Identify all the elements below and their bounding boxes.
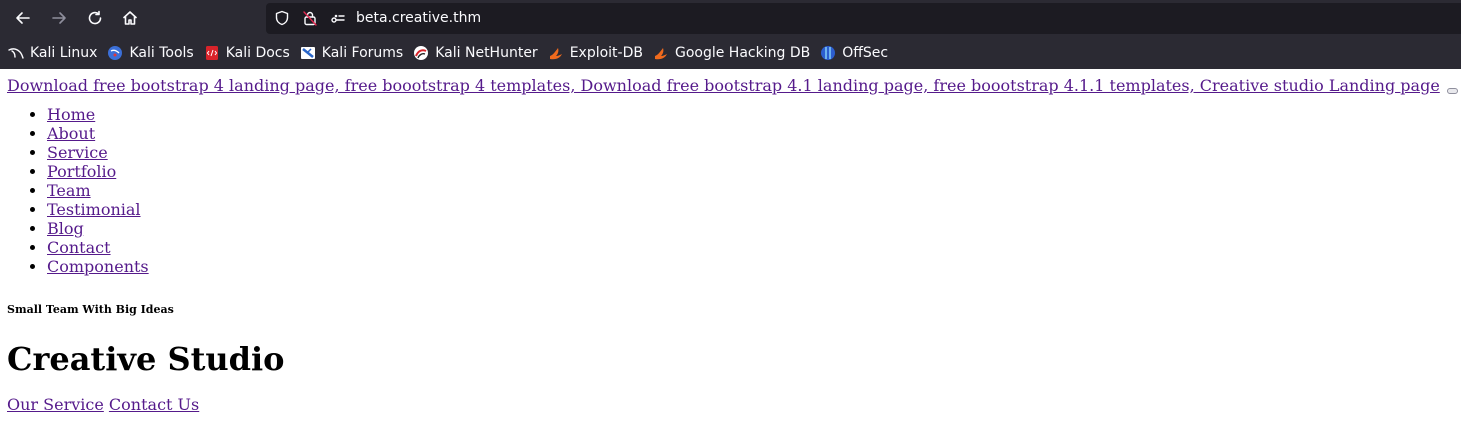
navbar-toggler-button[interactable]	[1446, 88, 1458, 94]
nav-item-testimonial: Testimonial	[47, 200, 1461, 219]
nav-item-about: About	[47, 124, 1461, 143]
bookmark-google-hacking-db[interactable]: Google Hacking DB	[653, 45, 810, 61]
kali-docs-icon	[204, 45, 220, 61]
navbar-brand-row: Download free bootstrap 4 landing page, …	[7, 75, 1461, 97]
offsec-icon	[820, 45, 836, 61]
nav-item-contact: Contact	[47, 238, 1461, 257]
bookmark-kali-linux[interactable]: Kali Linux	[8, 45, 97, 61]
bookmark-label: OffSec	[842, 45, 889, 61]
nav-link-components[interactable]: Components	[47, 257, 149, 276]
reload-button[interactable]	[82, 5, 108, 31]
nav-link-home[interactable]: Home	[47, 105, 95, 124]
hero-cta-row: Our Service Contact Us	[7, 395, 1461, 414]
nav-link-testimonial[interactable]: Testimonial	[47, 200, 141, 219]
back-button[interactable]	[10, 5, 36, 31]
nav-item-team: Team	[47, 181, 1461, 200]
nav-item-portfolio: Portfolio	[47, 162, 1461, 181]
nav-link-blog[interactable]: Blog	[47, 219, 84, 238]
google-hacking-db-icon	[653, 45, 669, 61]
bookmark-exploit-db[interactable]: Exploit-DB	[548, 45, 643, 61]
browser-toolbar: beta.creative.thm	[0, 0, 1461, 37]
nav-item-components: Components	[47, 257, 1461, 276]
bookmark-label: Google Hacking DB	[674, 45, 811, 61]
bookmark-kali-forums[interactable]: Kali Forums	[300, 45, 403, 61]
insecure-lock-icon[interactable]	[302, 10, 318, 26]
our-service-link[interactable]: Our Service	[7, 395, 104, 414]
nav-link-service[interactable]: Service	[47, 143, 108, 162]
bookmark-label: Kali NetHunter	[435, 45, 538, 61]
nav-link-team[interactable]: Team	[47, 181, 91, 200]
kali-forums-icon	[300, 45, 316, 61]
bookmark-kali-nethunter[interactable]: Kali NetHunter	[413, 45, 538, 61]
bookmark-label: Exploit-DB	[569, 45, 643, 61]
nav-item-home: Home	[47, 105, 1461, 124]
url-text[interactable]: beta.creative.thm	[356, 10, 481, 26]
home-button[interactable]	[117, 5, 143, 31]
url-bar[interactable]: beta.creative.thm	[266, 3, 1461, 34]
nav-list: Home About Service Portfolio Team Testim…	[7, 105, 1461, 276]
contact-us-link[interactable]: Contact Us	[109, 395, 199, 414]
bookmark-label: Kali Tools	[129, 45, 194, 61]
kali-dragon-icon	[8, 45, 24, 61]
browser-chrome: beta.creative.thm Kali Linux Kali Tools …	[0, 0, 1461, 69]
nav-link-portfolio[interactable]: Portfolio	[47, 162, 116, 181]
bookmark-kali-docs[interactable]: Kali Docs	[204, 45, 290, 61]
kali-nethunter-icon	[413, 45, 429, 61]
bookmark-offsec[interactable]: OffSec	[820, 45, 888, 61]
hero-tagline: Small Team With Big Ideas	[7, 303, 174, 316]
hero-title: Creative Studio	[7, 340, 285, 378]
bookmark-kali-tools[interactable]: Kali Tools	[107, 45, 194, 61]
exploit-db-icon	[548, 45, 564, 61]
reload-icon	[88, 10, 102, 25]
nav-item-blog: Blog	[47, 219, 1461, 238]
arrow-left-icon	[16, 12, 30, 24]
bookmark-label: Kali Forums	[321, 45, 404, 61]
kali-tools-icon	[107, 45, 123, 61]
arrow-right-icon	[52, 12, 66, 24]
bookmarks-toolbar: Kali Linux Kali Tools Kali Docs Kali For…	[0, 37, 1461, 69]
forward-button[interactable]	[46, 5, 72, 31]
nav-link-about[interactable]: About	[47, 124, 95, 143]
shield-icon[interactable]	[274, 10, 290, 26]
home-icon	[123, 11, 137, 25]
nav-item-service: Service	[47, 143, 1461, 162]
permissions-icon[interactable]	[330, 10, 346, 26]
navbar-brand-link[interactable]: Download free bootstrap 4 landing page, …	[7, 76, 1440, 95]
nav-link-contact[interactable]: Contact	[47, 238, 111, 257]
bookmark-label: Kali Docs	[225, 45, 290, 61]
bookmark-label: Kali Linux	[30, 45, 98, 61]
page-content: Download free bootstrap 4 landing page, …	[0, 75, 1461, 414]
